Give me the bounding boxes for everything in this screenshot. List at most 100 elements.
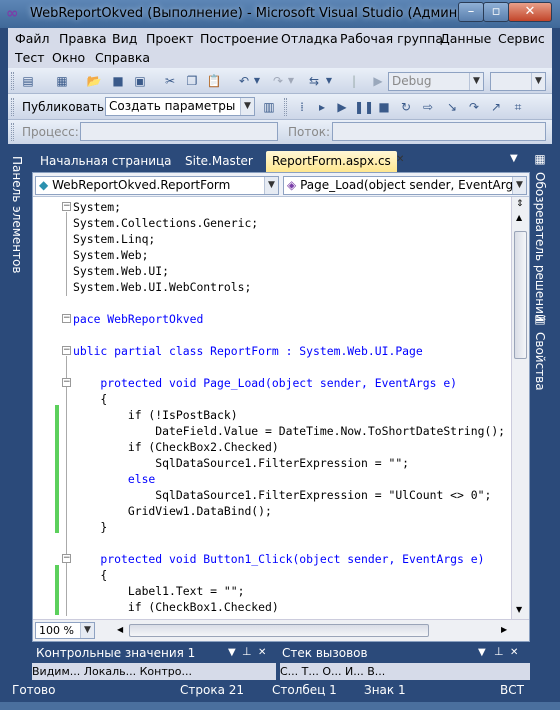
properties-icon[interactable]: ▤ <box>533 312 547 326</box>
menu-window[interactable]: Окно <box>52 50 85 65</box>
member-combo[interactable]: ◈ Page_Load(object sender, EventArgs e) … <box>283 176 527 195</box>
new-project-icon[interactable]: ▤ <box>20 73 36 89</box>
changed-lines-marker <box>55 565 59 615</box>
navigate-dropdown-icon[interactable]: ▼ <box>324 73 334 89</box>
chevron-down-icon: ▼ <box>469 73 483 90</box>
paste-icon[interactable]: 📋 <box>206 73 222 89</box>
scroll-right-icon[interactable]: ▶ <box>501 625 507 634</box>
splitter-icon[interactable]: ⇕ <box>516 199 524 209</box>
cut-icon[interactable]: ✂ <box>162 73 178 89</box>
toolbar-grip[interactable] <box>11 98 14 116</box>
tab-site-master[interactable]: Site.Master <box>179 151 259 172</box>
thread-combo[interactable] <box>332 122 546 141</box>
add-item-icon[interactable]: ▦ <box>54 73 70 89</box>
menu-data[interactable]: Данные <box>440 31 491 46</box>
tab-list-icon[interactable]: ▼ <box>510 153 518 164</box>
collapse-icon[interactable]: − <box>62 202 71 211</box>
step-over-icon[interactable]: ↷ <box>466 99 482 115</box>
class-combo[interactable]: ◆ WebReportOkved.ReportForm ▼ <box>35 176 279 195</box>
collapse-icon[interactable]: − <box>62 554 71 563</box>
menu-build[interactable]: Построение <box>200 31 278 46</box>
solution-config-combo[interactable]: Debug ▼ <box>388 72 484 91</box>
toolbox-panel[interactable]: Панель элементов <box>8 148 32 644</box>
navigate-icon[interactable]: ⇆ <box>306 73 322 89</box>
maximize-button[interactable]: ▫ <box>483 2 509 22</box>
window-position-icon[interactable]: ▼ <box>478 647 486 658</box>
solution-explorer-icon[interactable]: ▦ <box>533 152 547 166</box>
code-area[interactable]: − − − − − System; System.Collections.Gen… <box>33 197 511 619</box>
pin-icon[interactable]: ⊥ <box>242 645 252 658</box>
code-line: if (!IsPostBack) <box>73 408 238 422</box>
zoom-combo[interactable]: 100 % ▼ <box>35 622 95 639</box>
save-icon[interactable]: ■ <box>110 73 126 89</box>
scroll-up-icon[interactable]: ▲ <box>516 213 522 222</box>
collapse-icon[interactable]: − <box>62 346 71 355</box>
watch-window-title[interactable]: Контрольные значения 1 <box>36 644 195 662</box>
step-out-icon[interactable]: ↗ <box>488 99 504 115</box>
menu-edit[interactable]: Правка <box>59 31 107 46</box>
code-line: System.Web; <box>73 248 149 262</box>
toolbar-grip[interactable] <box>284 98 287 116</box>
close-tab-icon[interactable]: ✕ <box>396 154 404 165</box>
platform-combo[interactable]: ▼ <box>490 72 546 91</box>
redo-dropdown-icon[interactable]: ▼ <box>286 73 296 89</box>
scroll-left-icon[interactable]: ◀ <box>117 625 123 634</box>
copy-icon[interactable]: ❐ <box>184 73 200 89</box>
menu-file[interactable]: Файл <box>15 31 50 46</box>
close-pane-icon[interactable]: ✕ <box>510 647 518 658</box>
vertical-scroll-thumb[interactable] <box>514 231 527 359</box>
horizontal-scroll-thumb[interactable] <box>129 624 429 637</box>
save-all-icon[interactable]: ▣ <box>132 73 148 89</box>
menu-project[interactable]: Проект <box>146 31 194 46</box>
publish-profile-combo[interactable]: Создать параметры пуб ▼ <box>105 97 255 116</box>
tab-start-page[interactable]: Начальная страница <box>34 151 178 172</box>
toolbar-grip[interactable] <box>11 123 14 141</box>
solution-explorer-tab[interactable]: Обозреватель решений <box>533 172 547 322</box>
break-all-icon[interactable]: ❚❚ <box>354 99 374 115</box>
call-stack-tabs[interactable]: С... Т... О... И... В... <box>280 663 530 680</box>
show-next-statement-icon[interactable]: ⇨ <box>420 99 436 115</box>
code-editor[interactable]: ◆ WebReportOkved.ReportForm ▼ ◈ Page_Loa… <box>32 172 530 642</box>
restart-icon[interactable]: ↻ <box>398 99 414 115</box>
redo-icon[interactable]: ↷ <box>270 73 286 89</box>
menu-help[interactable]: Справка <box>95 50 150 65</box>
publish-profile-value: Создать параметры пуб <box>109 99 255 113</box>
breakpoint-icon[interactable]: ▸ <box>314 99 330 115</box>
pin-icon[interactable]: ⊥ <box>494 645 504 658</box>
minimize-button[interactable]: – <box>458 2 484 22</box>
menu-view[interactable]: Вид <box>112 31 137 46</box>
hex-icon[interactable]: ⌗ <box>510 99 526 115</box>
menu-tools[interactable]: Сервис <box>498 31 545 46</box>
code-line: SqlDataSource1.FilterExpression = "UlCou… <box>73 488 492 502</box>
collapse-icon[interactable]: − <box>62 378 71 387</box>
publish-web-icon[interactable]: ▥ <box>261 99 277 115</box>
undo-dropdown-icon[interactable]: ▼ <box>252 73 262 89</box>
start-debug-icon[interactable]: | <box>346 73 362 89</box>
close-pane-icon[interactable]: ✕ <box>258 647 266 658</box>
process-combo[interactable] <box>80 122 278 141</box>
watch-window-tabs[interactable]: Видим... Локаль... Контро... <box>32 663 276 680</box>
toolbar-grip[interactable] <box>11 72 14 90</box>
call-stack-title[interactable]: Стек вызовов <box>282 644 368 662</box>
toolbox-label[interactable]: Панель элементов <box>10 156 24 274</box>
window-position-icon[interactable]: ▼ <box>228 647 236 658</box>
continue-icon[interactable]: ▶ <box>334 99 350 115</box>
menu-test[interactable]: Тест <box>15 50 44 65</box>
scroll-down-icon[interactable]: ▼ <box>516 605 522 614</box>
collapse-icon[interactable]: − <box>62 314 71 323</box>
menu-debug[interactable]: Отладка <box>281 31 338 46</box>
window-frame-bottom <box>0 702 560 710</box>
step-icon[interactable]: ⁞ <box>294 99 310 115</box>
code-line: System.Web.UI.WebControls; <box>73 280 252 294</box>
tab-reportform-cs[interactable]: ReportForm.aspx.cs <box>266 151 397 172</box>
stop-icon[interactable]: ■ <box>376 99 392 115</box>
vertical-scrollbar[interactable]: ⇕ ▲ ▼ <box>511 197 529 619</box>
status-bar: Готово Строка 21 Столбец 1 Знак 1 ВСТ <box>8 680 552 702</box>
close-button[interactable]: ✕ <box>508 2 552 22</box>
step-into-icon[interactable]: ↘ <box>444 99 460 115</box>
undo-icon[interactable]: ↶ <box>236 73 252 89</box>
play-icon[interactable]: ▶ <box>370 73 386 89</box>
open-file-icon[interactable]: 📂 <box>86 73 102 89</box>
properties-tab[interactable]: Свойства <box>533 332 547 391</box>
menu-team[interactable]: Рабочая группа <box>340 31 443 46</box>
